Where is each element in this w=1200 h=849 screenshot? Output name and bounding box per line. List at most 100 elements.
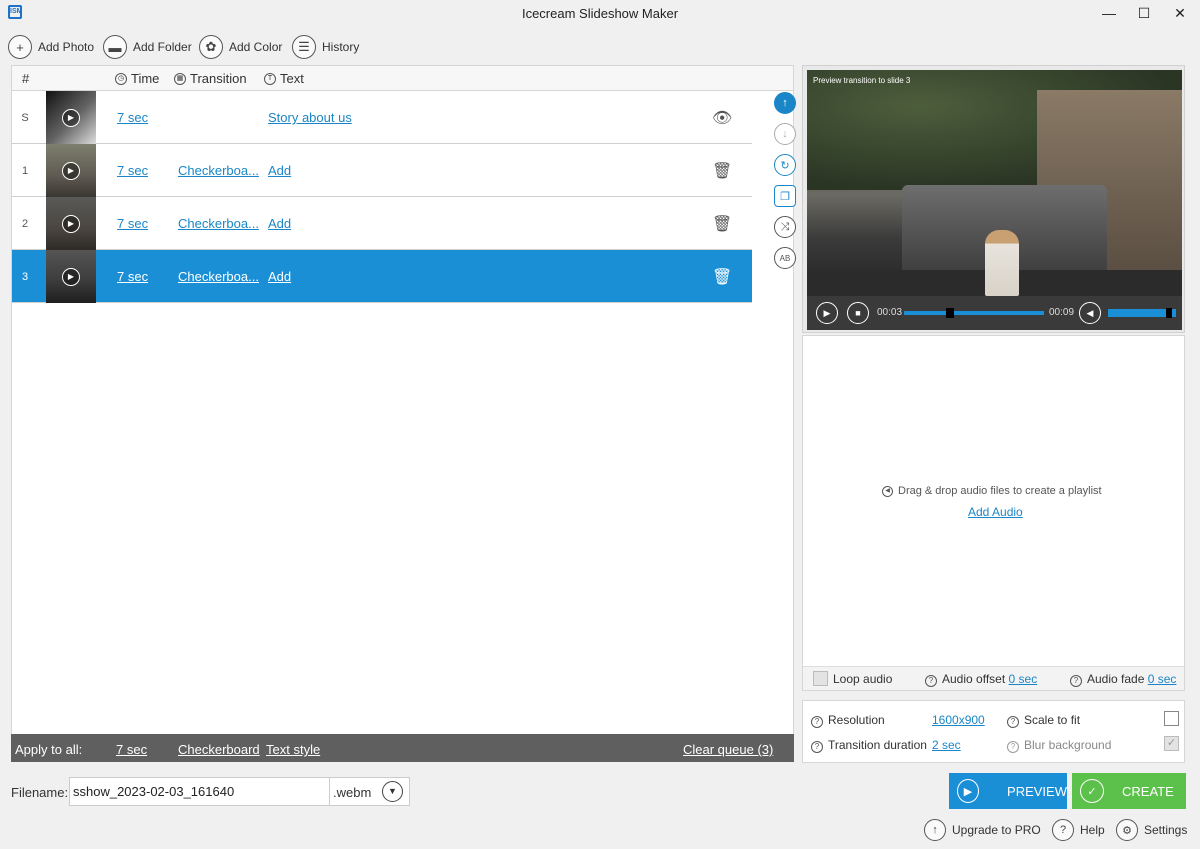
row-text-link[interactable]: Add [268,269,291,284]
apply-transition-link[interactable]: Checkerboard [178,742,260,757]
play-icon[interactable]: ▶ [62,161,80,180]
row-text-link[interactable]: Add [268,216,291,231]
row-text-link[interactable]: Add [268,163,291,178]
format-select[interactable]: .webm ▼ [329,777,410,806]
help-label: Help [1080,823,1105,837]
header-transition[interactable]: ▦ Transition [174,71,247,86]
rotate-icon[interactable]: ↻ [774,154,796,176]
filename-input[interactable] [69,777,330,806]
add-photo-button[interactable]: + Add Photo [8,34,94,60]
table-row[interactable]: 3 ▶ 7 sec Checkerboa... Add 🗑 [12,250,752,303]
add-audio-link[interactable]: Add Audio [968,505,1023,519]
dropdown-icon[interactable]: ▼ [382,781,403,802]
person-image [985,230,1019,296]
history-label: History [322,40,360,54]
current-time: 00:03 [877,307,903,318]
transition-duration-link[interactable]: 2 sec [932,738,961,752]
header-text[interactable]: T Text [264,71,304,86]
eye-icon[interactable]: 👁 [712,108,732,128]
volume-handle[interactable] [1166,308,1173,318]
header-transition-label: Transition [190,71,247,86]
trash-icon[interactable]: 🗑 [712,267,732,287]
table-row[interactable]: 2 ▶ 7 sec Checkerboa... Add 🗑 [12,197,752,250]
help-icon[interactable]: ? [811,716,823,728]
row-transition-link[interactable]: Checkerboa... [178,269,259,284]
shuffle-icon[interactable]: ⤨ [774,216,796,238]
clear-queue-link[interactable]: Clear queue (3) [683,742,773,757]
slide-thumbnail[interactable]: ▶ [46,91,96,144]
move-down-icon[interactable]: ↓ [774,123,796,145]
row-number: 1 [21,165,29,177]
seek-handle[interactable] [946,308,955,318]
history-button[interactable]: ☰ History [292,34,359,60]
crop-icon[interactable]: ❐ [774,185,796,207]
audio-fade-group: ? Audio fade 0 sec [1070,672,1176,687]
stop-icon[interactable]: ■ [847,302,869,324]
folder-icon: ▬ [103,35,127,59]
play-icon[interactable]: ▶ [816,302,838,324]
trash-icon[interactable]: 🗑 [712,161,732,181]
text-style-link[interactable]: Text style [266,742,320,757]
help-icon[interactable]: ? [925,675,937,687]
seek-bar[interactable] [904,308,1044,318]
maximize-button[interactable]: ☐ [1124,0,1164,28]
row-time-link[interactable]: 7 sec [117,216,148,231]
row-transition-link[interactable]: Checkerboa... [178,163,259,178]
play-icon: ▶ [957,779,980,803]
help-icon[interactable]: ? [811,741,823,753]
header-time-label: Time [131,71,160,86]
close-button[interactable]: ✕ [1160,0,1200,28]
table-row[interactable]: 1 ▶ 7 sec Checkerboa... Add 🗑 [12,144,752,197]
loop-audio-checkbox[interactable] [813,671,828,686]
play-icon[interactable]: ▶ [62,267,80,286]
row-number: 2 [21,218,29,230]
header-num: # [22,71,30,86]
create-button[interactable]: ✓ CREATE [1072,773,1186,809]
play-icon[interactable]: ▶ [62,108,80,127]
help-button[interactable]: ? Help [1052,818,1105,842]
minimize-button[interactable]: — [1089,0,1129,28]
slide-thumbnail[interactable]: ▶ [46,197,96,250]
filename-label: Filename: [11,785,69,800]
settings-label: Settings [1144,823,1188,837]
audio-icon: ◀ [882,485,893,497]
row-text-link[interactable]: Story about us [268,110,352,125]
scale-to-fit-checkbox[interactable] [1164,711,1179,726]
volume-slider[interactable] [1108,308,1176,318]
row-transition-link[interactable]: Checkerboa... [178,216,259,231]
help-icon: ? [1052,819,1074,841]
drop-hint: ◀ Drag & drop audio files to create a pl… [882,485,1102,497]
table-row[interactable]: S ▶ 7 sec Story about us 👁 [12,91,752,144]
audio-fade-link[interactable]: 0 sec [1148,672,1177,686]
slide-thumbnail[interactable]: ▶ [46,250,96,303]
apply-to-all-bar: Apply to all: 7 sec Checkerboard Text st… [11,734,794,762]
add-folder-button[interactable]: ▬ Add Folder [103,34,192,60]
help-icon[interactable]: ? [1007,716,1019,728]
slide-thumbnail[interactable]: ▶ [46,144,96,197]
upgrade-button[interactable]: ↑ Upgrade to PRO [924,818,1041,842]
settings-button[interactable]: ⚙ Settings [1116,818,1187,842]
row-time-link[interactable]: 7 sec [117,269,148,284]
audio-playlist[interactable]: ◀ Drag & drop audio files to create a pl… [802,335,1185,691]
blur-background-checkbox[interactable]: ✓ [1164,736,1179,751]
sort-ab-icon[interactable]: AB [774,247,796,269]
trash-icon[interactable]: 🗑 [712,214,732,234]
volume-icon[interactable]: ◀ [1079,302,1101,324]
create-button-label: CREATE [1122,783,1174,799]
help-icon[interactable]: ? [1007,741,1019,753]
video-preview[interactable]: Preview transition to slide 3 [807,70,1182,296]
play-icon[interactable]: ▶ [62,214,80,233]
row-time-link[interactable]: 7 sec [117,110,148,125]
help-icon[interactable]: ? [1070,675,1082,687]
row-time-link[interactable]: 7 sec [117,163,148,178]
apply-time-link[interactable]: 7 sec [116,742,147,757]
move-up-icon[interactable]: ↑ [774,92,796,114]
header-time[interactable]: ◷ Time [115,71,159,86]
preview-button[interactable]: ▶ PREVIEW [949,773,1067,809]
resolution-link[interactable]: 1600x900 [932,713,985,727]
list-icon: ☰ [292,35,316,59]
format-value: .webm [333,785,372,800]
preview-button-label: PREVIEW [1007,783,1067,799]
add-color-button[interactable]: ✿ Add Color [199,34,282,60]
audio-offset-link[interactable]: 0 sec [1009,672,1038,686]
